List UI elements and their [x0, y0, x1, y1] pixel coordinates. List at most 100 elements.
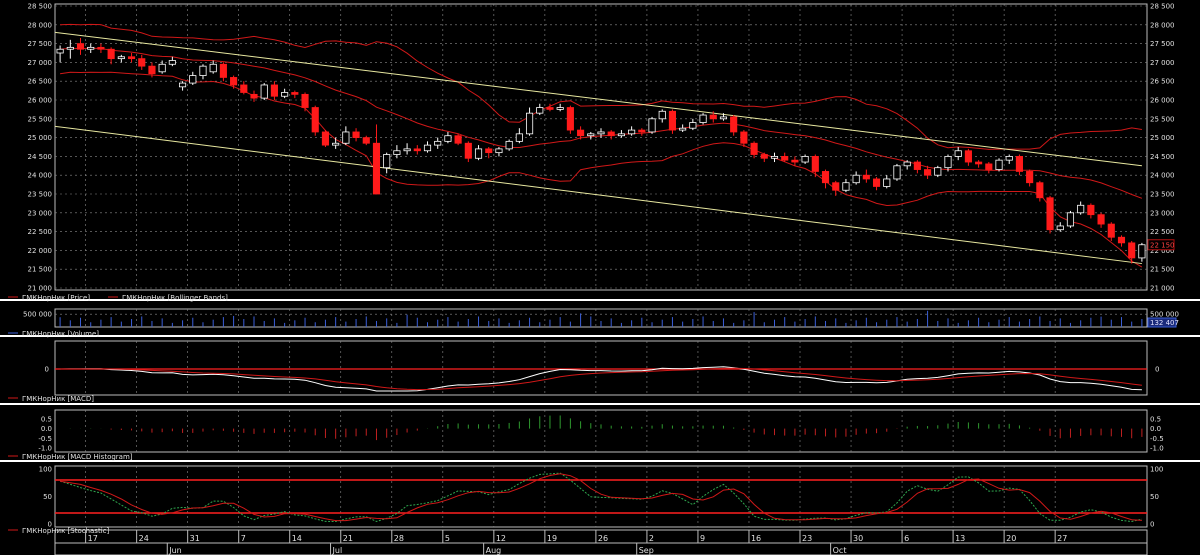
- candle: [240, 84, 248, 93]
- candle: [617, 133, 625, 137]
- candle: [872, 178, 881, 187]
- y-tick-left: 21 500: [28, 266, 53, 274]
- candle: [76, 43, 85, 50]
- day-label: 16: [751, 534, 761, 543]
- candle: [750, 142, 758, 155]
- y-tick-right: 0: [1155, 366, 1159, 374]
- grid-lines: [0, 3, 1200, 528]
- day-label: 26: [598, 534, 608, 543]
- candle: [1077, 204, 1085, 214]
- macd-panel[interactable]: [55, 366, 1147, 392]
- trendline-lower: [54, 125, 1142, 265]
- y-tick-right: 24 000: [1150, 172, 1175, 180]
- candle: [168, 60, 176, 65]
- candle: [903, 161, 911, 167]
- last-price-label: 22 150: [1150, 241, 1175, 249]
- candle: [556, 107, 564, 110]
- candle: [362, 137, 370, 144]
- candle: [515, 133, 523, 142]
- y-tick-left: 22 500: [28, 228, 53, 236]
- candle: [342, 131, 350, 144]
- candle: [1026, 171, 1034, 184]
- candle: [577, 129, 585, 137]
- y-tick-right: 22 500: [1150, 228, 1175, 236]
- y-tick-left: 27 000: [28, 59, 53, 67]
- axis-labels: 17 24 31 7 14 21 28 5 12 19 26 2 9 16 23 30 6 13 20 27 Jun Ju…: [23, 3, 1179, 555]
- candle: [719, 116, 728, 120]
- candle: [546, 107, 554, 110]
- candle: [740, 131, 748, 144]
- candle: [689, 122, 697, 129]
- candle: [648, 118, 656, 133]
- candle: [1036, 182, 1044, 199]
- y-tick-left: 24 500: [28, 153, 53, 161]
- day-label: 9: [700, 534, 705, 543]
- y-tick-left: 25 000: [28, 134, 53, 142]
- day-label: 6: [904, 534, 909, 543]
- candle: [1066, 212, 1075, 227]
- macd-histogram-panel[interactable]: [69, 415, 1143, 441]
- day-label: 31: [190, 534, 200, 543]
- candle: [628, 129, 636, 135]
- y-tick-right: -0.5: [1150, 435, 1164, 443]
- candle: [485, 148, 493, 154]
- candle: [566, 107, 574, 131]
- price-panel[interactable]: [54, 23, 1146, 268]
- candle: [525, 112, 534, 135]
- candle: [893, 165, 901, 180]
- candle: [56, 48, 64, 54]
- candle: [954, 150, 962, 157]
- candle: [964, 150, 972, 163]
- last-volume-label: 132 407: [1150, 319, 1179, 327]
- day-label: 5: [445, 534, 450, 543]
- candle: [842, 182, 850, 191]
- day-label: 27: [1057, 534, 1067, 543]
- y-tick-right: 28 500: [1150, 3, 1175, 11]
- y-tick-right: 500 000: [1150, 311, 1179, 319]
- candle: [1128, 242, 1136, 259]
- candle: [505, 140, 513, 150]
- day-label: 20: [1006, 534, 1016, 543]
- y-tick-left: 22 000: [28, 247, 53, 255]
- panel-frame-stoch: [54, 465, 1148, 528]
- y-tick-right: 50: [1150, 493, 1159, 501]
- candle: [536, 107, 544, 114]
- candle: [760, 154, 768, 159]
- candle: [372, 142, 381, 195]
- candle: [97, 46, 105, 50]
- candle: [913, 161, 921, 170]
- day-label: 2: [649, 534, 654, 543]
- y-tick-right: 26 500: [1150, 78, 1175, 86]
- y-tick-left: -0.5: [38, 435, 52, 443]
- y-tick-left: 25 500: [28, 115, 53, 123]
- candle: [924, 169, 932, 176]
- candle: [66, 46, 74, 50]
- candle: [709, 114, 717, 120]
- month-label: Sep: [639, 546, 654, 555]
- candle: [403, 148, 411, 152]
- y-tick-right: 0.5: [1150, 415, 1161, 423]
- y-tick-left: 23 500: [28, 191, 53, 199]
- candle: [832, 182, 840, 191]
- candle: [464, 142, 472, 159]
- day-label: 24: [139, 534, 149, 543]
- y-tick-left: 0.5: [41, 415, 52, 423]
- y-tick-left: 24 000: [28, 172, 53, 180]
- y-tick-left: 26 500: [28, 78, 53, 86]
- candle: [444, 135, 452, 142]
- candle: [127, 56, 136, 60]
- candle: [321, 131, 330, 146]
- candle: [107, 48, 115, 60]
- candle: [291, 92, 299, 95]
- y-tick-right: 27 500: [1150, 40, 1175, 48]
- volume-panel[interactable]: [59, 310, 1143, 327]
- day-label: 14: [292, 534, 302, 543]
- candle: [230, 77, 238, 86]
- y-tick-right: 23 000: [1150, 209, 1175, 217]
- y-tick-right: 21 500: [1150, 266, 1175, 274]
- day-label: 21: [343, 534, 353, 543]
- month-label: Aug: [486, 546, 502, 555]
- stochastic-panel[interactable]: [55, 472, 1147, 523]
- y-tick-right: 24 500: [1150, 153, 1175, 161]
- candle: [934, 167, 942, 176]
